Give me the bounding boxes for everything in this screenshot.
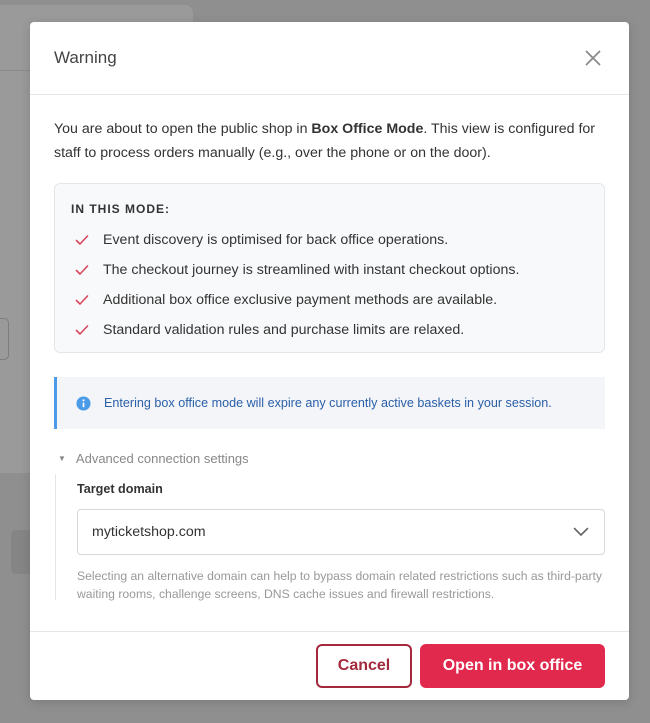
advanced-settings-panel: Target domain myticketshop.com Selecting… bbox=[55, 474, 605, 601]
mode-feature-text: Event discovery is optimised for back of… bbox=[103, 232, 449, 248]
target-domain-select[interactable]: myticketshop.com bbox=[77, 509, 605, 555]
close-icon bbox=[585, 50, 601, 66]
modal-header: Warning bbox=[30, 22, 629, 95]
mode-feature-item: Standard validation rules and purchase l… bbox=[71, 315, 588, 345]
mode-feature-text: Additional box office exclusive payment … bbox=[103, 292, 498, 308]
check-icon bbox=[75, 265, 89, 275]
mode-feature-text: Standard validation rules and purchase l… bbox=[103, 322, 465, 338]
chevron-down-icon bbox=[573, 527, 589, 536]
intro-text: You are about to open the public shop in… bbox=[54, 121, 595, 161]
modal-body: You are about to open the public shop in… bbox=[30, 95, 629, 601]
mode-feature-text: The checkout journey is streamlined with… bbox=[103, 262, 520, 278]
mode-feature-item: The checkout journey is streamlined with… bbox=[71, 255, 588, 285]
background-input bbox=[0, 318, 9, 360]
info-alert: Entering box office mode will expire any… bbox=[54, 377, 605, 429]
modal-title: Warning bbox=[54, 48, 117, 67]
info-icon bbox=[76, 395, 91, 411]
advanced-settings-toggle[interactable]: ▼ Advanced connection settings bbox=[54, 448, 605, 468]
target-domain-value: myticketshop.com bbox=[92, 524, 206, 540]
mode-feature-item: Additional box office exclusive payment … bbox=[71, 285, 588, 315]
close-button[interactable] bbox=[581, 46, 605, 70]
modal-footer: Cancel Open in box office bbox=[30, 631, 629, 700]
mode-features-box: IN THIS MODE: Event discovery is optimis… bbox=[54, 183, 605, 353]
cancel-button[interactable]: Cancel bbox=[316, 644, 412, 688]
target-domain-label: Target domain bbox=[77, 482, 163, 496]
advanced-settings-label: Advanced connection settings bbox=[75, 450, 249, 466]
check-icon bbox=[75, 235, 89, 245]
check-icon bbox=[75, 295, 89, 305]
info-text: Entering box office mode will expire any… bbox=[104, 396, 552, 410]
caret-down-icon: ▼ bbox=[58, 453, 66, 463]
check-icon bbox=[75, 325, 89, 335]
mode-feature-item: Event discovery is optimised for back of… bbox=[71, 225, 588, 255]
warning-modal: Warning You are about to open the public… bbox=[30, 22, 629, 700]
mode-heading: IN THIS MODE: bbox=[71, 202, 170, 216]
mode-name: Box Office Mode bbox=[311, 121, 424, 137]
open-in-box-office-button[interactable]: Open in box office bbox=[420, 644, 605, 688]
target-domain-help: Selecting an alternative domain can help… bbox=[77, 569, 603, 601]
